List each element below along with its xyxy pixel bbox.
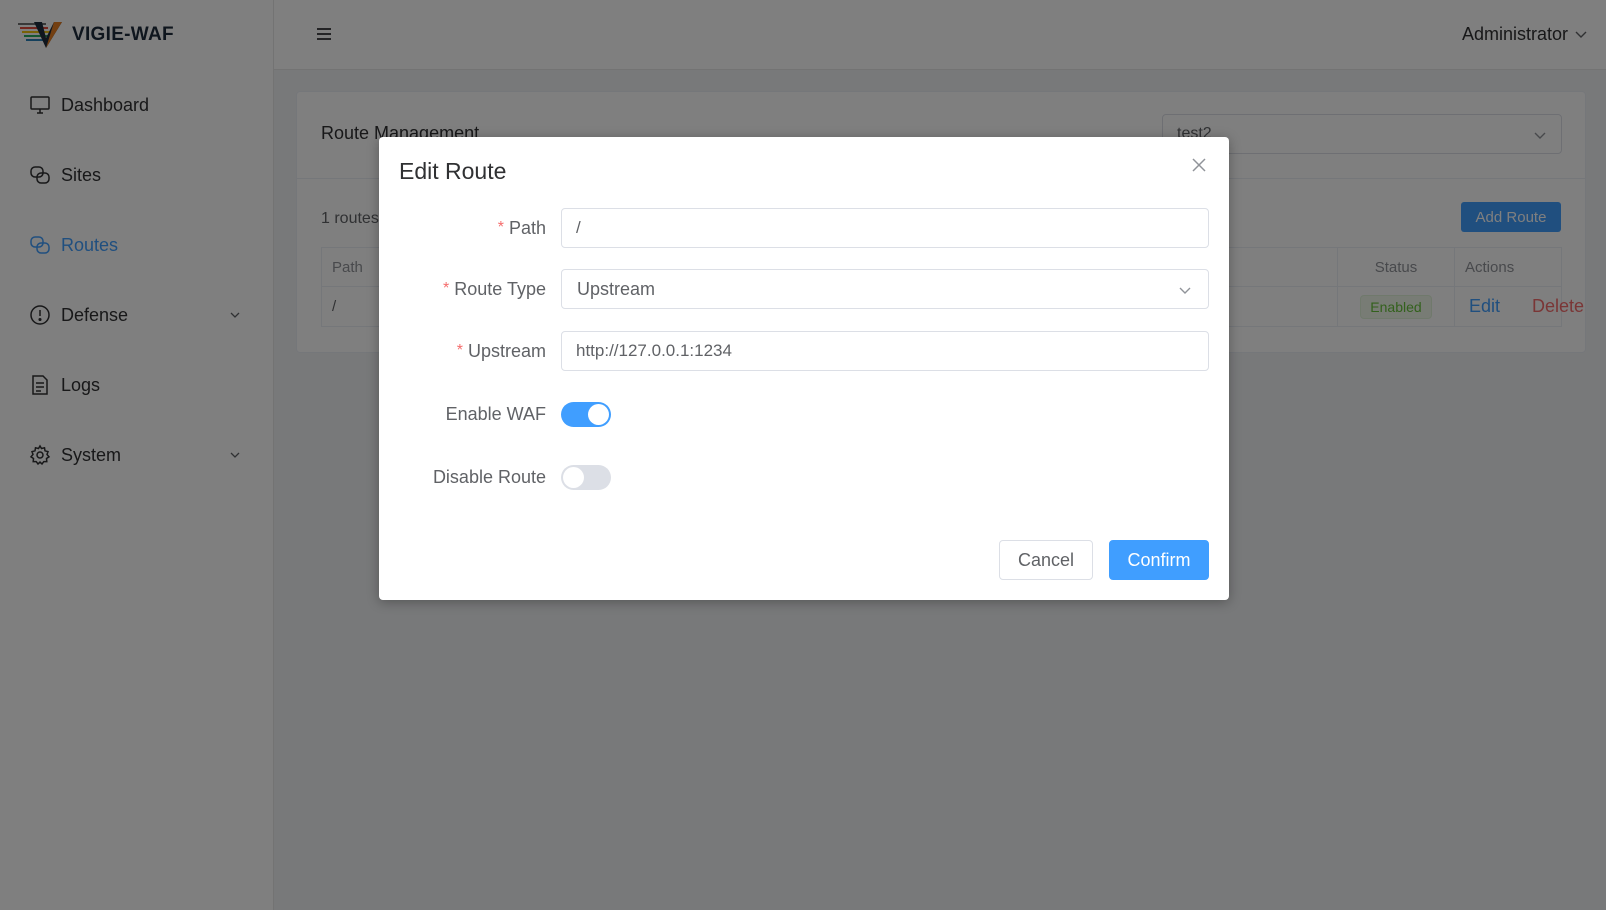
form-row-disable-route: Disable Route — [379, 457, 1229, 497]
enable-waf-switch[interactable] — [561, 402, 611, 427]
cancel-button[interactable]: Cancel — [999, 540, 1093, 580]
upstream-label: * Upstream — [457, 331, 546, 371]
path-label-text: Path — [508, 217, 546, 238]
upstream-input[interactable] — [561, 331, 1209, 371]
close-icon[interactable] — [1191, 157, 1207, 173]
path-input[interactable] — [561, 208, 1209, 248]
required-mark: * — [456, 342, 463, 359]
disable-route-label: Disable Route — [432, 466, 546, 487]
path-label: * Path — [498, 208, 546, 248]
enable-waf-label: Enable WAF — [445, 403, 546, 424]
switch-knob — [563, 467, 584, 488]
form-row-enable-waf: Enable WAF — [379, 394, 1229, 434]
chevron-down-icon — [1179, 287, 1191, 294]
route-type-value: Upstream — [577, 278, 656, 299]
route-type-label: * Route Type — [443, 269, 546, 309]
required-mark: * — [497, 219, 504, 236]
route-type-label-text: Route Type — [454, 278, 546, 299]
edit-route-dialog: Edit Route * Path * Route Type Upstream … — [379, 137, 1229, 600]
switch-knob — [588, 404, 609, 425]
form-row-path: * Path — [379, 208, 1229, 248]
form-row-upstream: * Upstream — [379, 331, 1229, 371]
route-type-select[interactable]: Upstream — [561, 269, 1209, 309]
required-mark: * — [443, 280, 450, 297]
form-row-route-type: * Route Type Upstream — [379, 269, 1229, 309]
confirm-button[interactable]: Confirm — [1109, 540, 1209, 580]
dialog-title: Edit Route — [399, 158, 507, 184]
upstream-label-text: Upstream — [467, 340, 546, 361]
disable-route-switch[interactable] — [561, 465, 611, 490]
